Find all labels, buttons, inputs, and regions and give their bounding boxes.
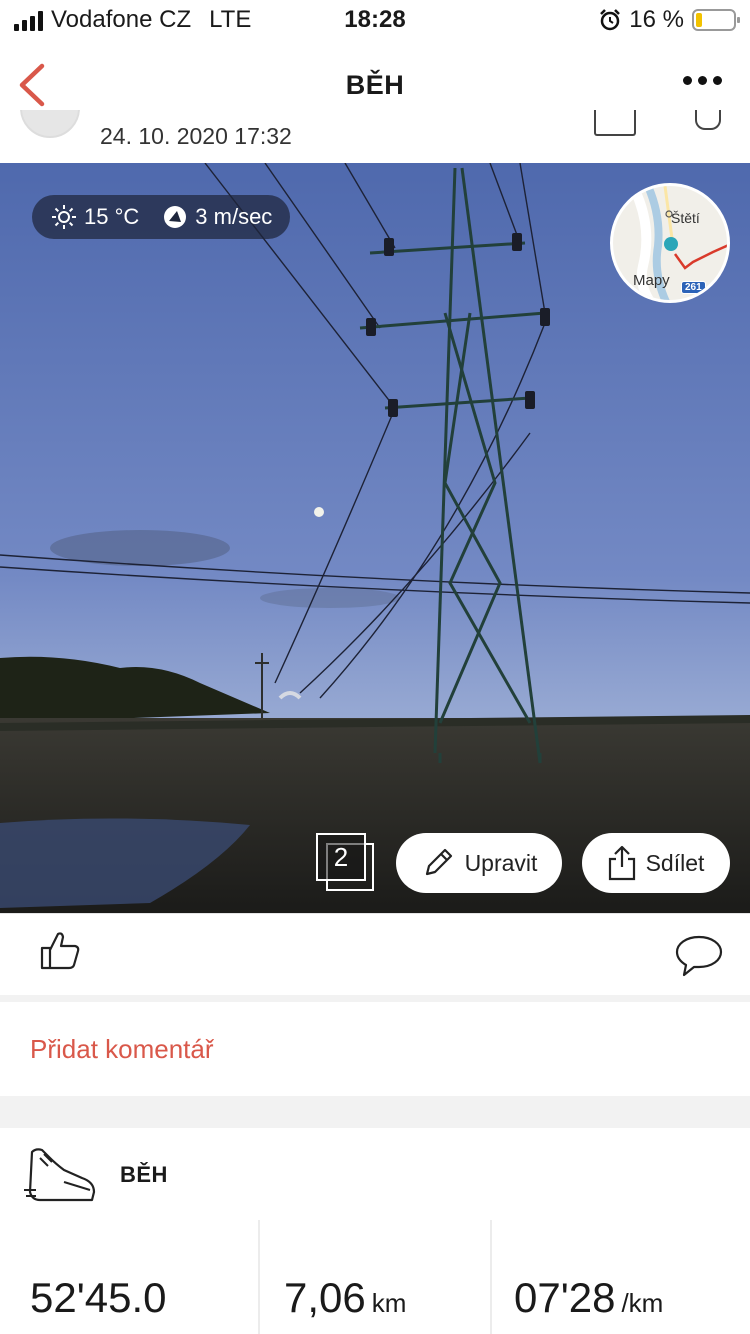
running-shoe-icon bbox=[22, 1144, 98, 1211]
activity-summary: BĚH 52'45.0 7,06 km 07'28/km bbox=[0, 1128, 750, 1334]
header-action-icon[interactable] bbox=[594, 110, 636, 136]
wind-direction-icon bbox=[164, 206, 187, 228]
status-bar: Vodafone CZ LTE 18:28 16 % bbox=[0, 0, 750, 40]
temperature-label: 15 °C bbox=[84, 204, 140, 229]
wind-label: 3 m/sec bbox=[195, 204, 273, 229]
like-button[interactable] bbox=[38, 928, 82, 977]
stat-value: 52'45.0 bbox=[30, 1274, 167, 1321]
avatar[interactable] bbox=[20, 110, 80, 138]
divider bbox=[490, 1220, 492, 1334]
activity-photo[interactable]: 15 °C 3 m/sec Štětí Mapy 261 2 Upravit S… bbox=[0, 163, 750, 913]
route-map-thumbnail[interactable]: Štětí Mapy 261 bbox=[610, 183, 730, 303]
stat-distance: 7,06 km bbox=[258, 1220, 490, 1334]
battery-percent: 16 % bbox=[629, 6, 684, 33]
more-options-button[interactable] bbox=[683, 76, 722, 85]
share-label: Sdílet bbox=[645, 849, 705, 876]
actions-row bbox=[0, 913, 750, 995]
activity-type-label: BĚH bbox=[120, 1162, 168, 1187]
post-header: 24. 10. 2020 17:32 bbox=[0, 110, 750, 163]
stat-unit: km bbox=[371, 1288, 407, 1318]
map-city-label: Štětí bbox=[671, 210, 700, 226]
post-date: 24. 10. 2020 17:32 bbox=[100, 123, 292, 149]
weather-badge: 15 °C 3 m/sec bbox=[32, 195, 291, 239]
edit-button[interactable]: Upravit bbox=[396, 833, 562, 893]
stat-pace: 07'28/km bbox=[490, 1220, 750, 1334]
photo-count-button[interactable]: 2 bbox=[316, 833, 376, 893]
dot-icon bbox=[713, 76, 722, 85]
map-graphic bbox=[628, 186, 727, 300]
sun-icon bbox=[52, 205, 76, 229]
dot-icon bbox=[683, 76, 692, 85]
photo-count-label: 2 bbox=[316, 833, 366, 881]
share-button[interactable]: Sdílet bbox=[582, 833, 730, 893]
add-comment-row[interactable]: Přidat komentář bbox=[0, 1002, 750, 1096]
maps-label: Mapy bbox=[633, 272, 670, 289]
edit-label: Upravit bbox=[464, 849, 538, 876]
stat-unit: /km bbox=[621, 1288, 664, 1318]
divider bbox=[258, 1220, 260, 1334]
pencil-icon bbox=[425, 848, 452, 876]
add-comment-link[interactable]: Přidat komentář bbox=[30, 1034, 214, 1065]
page-title: BĚH bbox=[345, 70, 405, 100]
status-right: 16 % bbox=[599, 6, 740, 34]
stat-value: 7,06 bbox=[284, 1274, 366, 1321]
maps-attribution: Mapy bbox=[633, 272, 670, 289]
header-action-icon[interactable] bbox=[695, 110, 721, 130]
road-number-badge: 261 bbox=[681, 281, 706, 294]
thumbs-up-icon bbox=[40, 932, 80, 970]
share-icon bbox=[608, 845, 635, 881]
stats-row: 52'45.0 7,06 km 07'28/km bbox=[0, 1220, 750, 1334]
comment-button[interactable] bbox=[674, 934, 724, 983]
dot-icon bbox=[698, 76, 707, 85]
stat-value: 07'28 bbox=[514, 1274, 616, 1321]
alarm-icon bbox=[600, 9, 621, 31]
speech-bubble-icon bbox=[675, 935, 723, 977]
stat-duration: 52'45.0 bbox=[0, 1220, 258, 1334]
battery-icon bbox=[692, 9, 740, 31]
